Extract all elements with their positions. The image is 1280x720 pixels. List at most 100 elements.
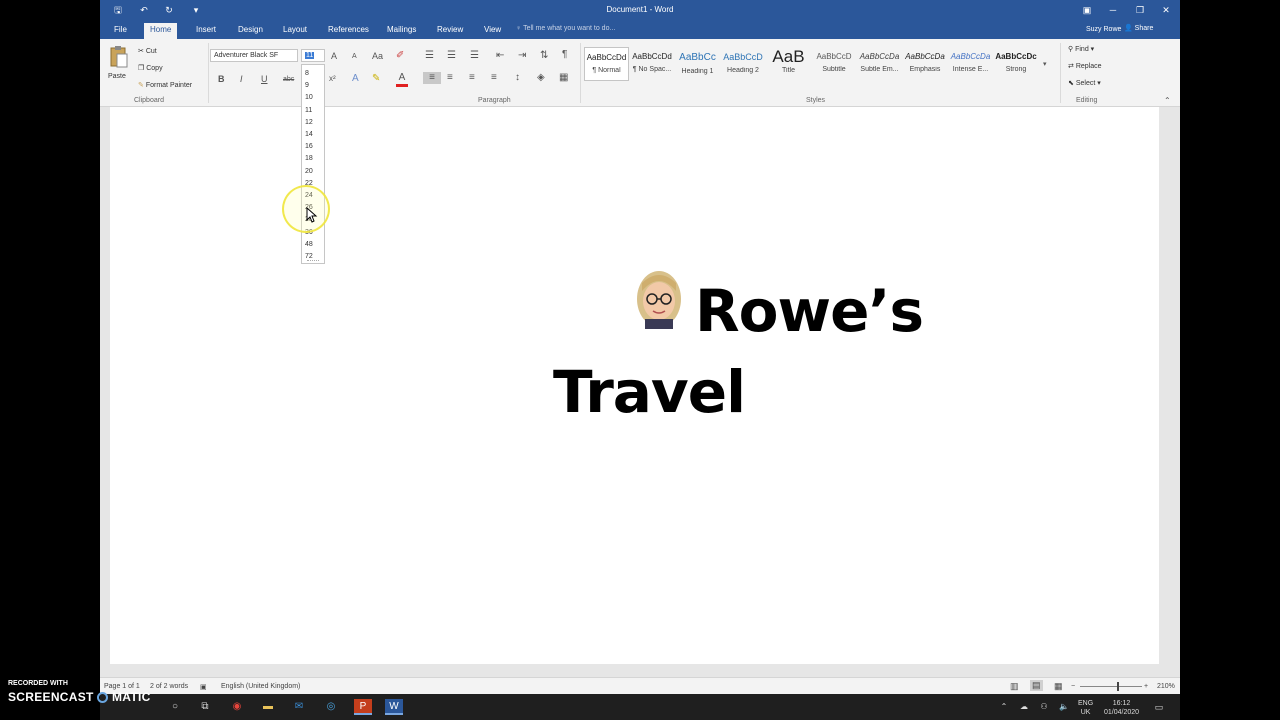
numbering-icon[interactable]: ☰ — [447, 50, 456, 62]
word-count[interactable]: 2 of 2 words — [150, 683, 188, 690]
shading-icon[interactable]: ◈ — [537, 72, 545, 84]
read-mode-icon[interactable]: ▥ — [1010, 681, 1019, 692]
style-tile[interactable]: AaBbCc Heading 1 — [675, 47, 720, 81]
tab-home[interactable]: Home — [144, 23, 178, 39]
tab-references[interactable]: References — [322, 23, 375, 39]
style-tile[interactable]: AaBbCcD Subtitle — [812, 47, 857, 81]
screencast-app-icon[interactable]: ◎ — [322, 699, 340, 715]
style-tile[interactable]: AaBbCcD Heading 2 — [721, 47, 766, 81]
font-size-option[interactable]: 18 — [305, 153, 313, 165]
decrease-indent-icon[interactable]: ⇤ — [496, 50, 504, 62]
zoom-slider-thumb[interactable] — [1117, 682, 1119, 691]
mail-icon[interactable]: ✉ — [290, 699, 308, 715]
format-painter-button[interactable]: ✎ Format Painter — [138, 81, 192, 89]
user-name[interactable]: Suzy Rowe — [1086, 26, 1121, 33]
align-right-icon[interactable]: ≡ — [469, 72, 475, 84]
input-language[interactable]: ENG UK — [1078, 699, 1093, 717]
word-icon[interactable]: W — [385, 699, 403, 715]
grow-font-icon[interactable]: A — [331, 50, 337, 62]
bullets-icon[interactable]: ☰ — [425, 50, 434, 62]
language-status[interactable]: English (United Kingdom) — [221, 683, 300, 690]
tab-view[interactable]: View — [478, 23, 507, 39]
cortana-icon[interactable]: ○ — [166, 699, 184, 715]
file-explorer-icon[interactable]: ▬ — [259, 699, 277, 715]
powerpoint-icon[interactable]: P — [354, 699, 372, 715]
style-tile[interactable]: AaBbCcDa Intense E... — [948, 47, 993, 81]
text-effects-icon[interactable]: A — [352, 73, 359, 85]
paste-button[interactable]: Paste — [108, 45, 130, 85]
style-tile[interactable]: AaBbCcDd ¶ Normal — [584, 47, 629, 81]
font-size-option[interactable]: 8 — [305, 68, 309, 80]
notifications-icon[interactable]: ▭ — [1150, 699, 1168, 715]
increase-indent-icon[interactable]: ⇥ — [518, 50, 526, 62]
zoom-out-icon[interactable]: − — [1071, 683, 1075, 690]
proofing-icon[interactable]: ▣ — [200, 683, 207, 691]
tab-mailings[interactable]: Mailings — [381, 23, 422, 39]
bold-button[interactable]: B — [218, 73, 225, 85]
collapse-ribbon-icon[interactable]: ⌃ — [1164, 95, 1171, 107]
align-left-icon[interactable]: ≡ — [423, 72, 441, 84]
clock[interactable]: 16:12 01/04/2020 — [1104, 699, 1139, 717]
shrink-font-icon[interactable]: A — [352, 51, 357, 63]
strikethrough-button[interactable]: abc — [283, 74, 294, 86]
style-tile[interactable]: AaBbCcDa Subtle Em... — [857, 47, 902, 81]
styles-more-icon[interactable]: ▾ — [1043, 59, 1047, 71]
align-center-icon[interactable]: ≡ — [447, 72, 453, 84]
change-case-icon[interactable]: Aa — [372, 50, 383, 62]
font-size-option[interactable]: 14 — [305, 129, 313, 141]
tab-review[interactable]: Review — [431, 23, 469, 39]
document-page[interactable]: Rowe’s Travel — [110, 107, 1159, 664]
ribbon-display-icon[interactable]: ▣ — [1080, 3, 1094, 17]
clear-formatting-icon[interactable]: ✐ — [396, 50, 404, 62]
style-tile[interactable]: AaBbCcDd ¶ No Spac... — [630, 47, 675, 81]
font-size-option[interactable]: 20 — [305, 166, 313, 178]
font-size-option[interactable]: 48 — [305, 239, 313, 251]
tell-me-search[interactable]: ♀ Tell me what you want to do... — [516, 25, 615, 32]
zoom-level[interactable]: 210% — [1157, 683, 1175, 690]
italic-button[interactable]: I — [240, 73, 243, 85]
tab-layout[interactable]: Layout — [277, 23, 313, 39]
find-button[interactable]: ⚲ Find ▾ — [1068, 45, 1094, 53]
replace-button[interactable]: ⇄ Replace — [1068, 62, 1102, 70]
style-tile[interactable]: AaB Title — [766, 47, 811, 81]
onedrive-icon[interactable]: ☁ — [1015, 699, 1033, 715]
font-size-box[interactable]: 11 — [301, 49, 325, 62]
minimize-icon[interactable]: ─ — [1106, 3, 1120, 17]
superscript-button[interactable]: x² — [329, 73, 336, 85]
restore-icon[interactable]: ❐ — [1133, 3, 1147, 17]
volume-icon[interactable]: 🔈 — [1055, 699, 1073, 715]
close-icon[interactable]: ✕ — [1159, 3, 1173, 17]
task-view-icon[interactable]: ⧉ — [196, 699, 214, 715]
show-hidden-icons-icon[interactable]: ⌃ — [995, 699, 1013, 715]
document-heading-line2[interactable]: Travel — [553, 358, 746, 426]
style-tile[interactable]: AaBbCcDa Emphasis — [903, 47, 948, 81]
multilevel-list-icon[interactable]: ☰ — [470, 50, 479, 62]
line-spacing-icon[interactable]: ↕ — [515, 72, 520, 84]
font-size-option[interactable]: 9 — [305, 80, 309, 92]
font-color-icon[interactable]: A — [396, 72, 408, 87]
tab-file[interactable]: File — [108, 23, 133, 39]
font-size-option[interactable]: 10 — [305, 92, 313, 104]
tab-design[interactable]: Design — [232, 23, 269, 39]
font-size-option[interactable]: 16 — [305, 141, 313, 153]
sort-icon[interactable]: ⇅ — [540, 50, 548, 62]
select-button[interactable]: ⬉ Select ▾ — [1068, 79, 1101, 87]
justify-icon[interactable]: ≡ — [491, 72, 497, 84]
borders-icon[interactable]: ▦ — [559, 72, 568, 84]
style-tile[interactable]: AaBbCcDc Strong — [994, 47, 1039, 81]
show-formatting-icon[interactable]: ¶ — [562, 49, 567, 61]
font-size-option[interactable]: 72 — [305, 251, 313, 263]
network-icon[interactable]: ⚇ — [1035, 699, 1053, 715]
underline-button[interactable]: U — [261, 73, 268, 85]
font-size-option[interactable]: 11 — [305, 105, 312, 117]
cut-button[interactable]: ✂ Cut — [138, 47, 157, 55]
font-size-option[interactable]: 12 — [305, 117, 313, 129]
share-button[interactable]: 👤 Share — [1124, 24, 1153, 32]
document-heading-line1[interactable]: Rowe’s — [695, 277, 924, 345]
zoom-slider[interactable] — [1080, 682, 1142, 691]
web-layout-icon[interactable]: ▦ — [1054, 681, 1063, 692]
chrome-icon[interactable]: ◉ — [228, 699, 246, 715]
print-layout-icon[interactable]: ▤ — [1030, 680, 1043, 691]
font-name-box[interactable]: Adventurer Black SF — [210, 49, 298, 62]
tab-insert[interactable]: Insert — [190, 23, 222, 39]
